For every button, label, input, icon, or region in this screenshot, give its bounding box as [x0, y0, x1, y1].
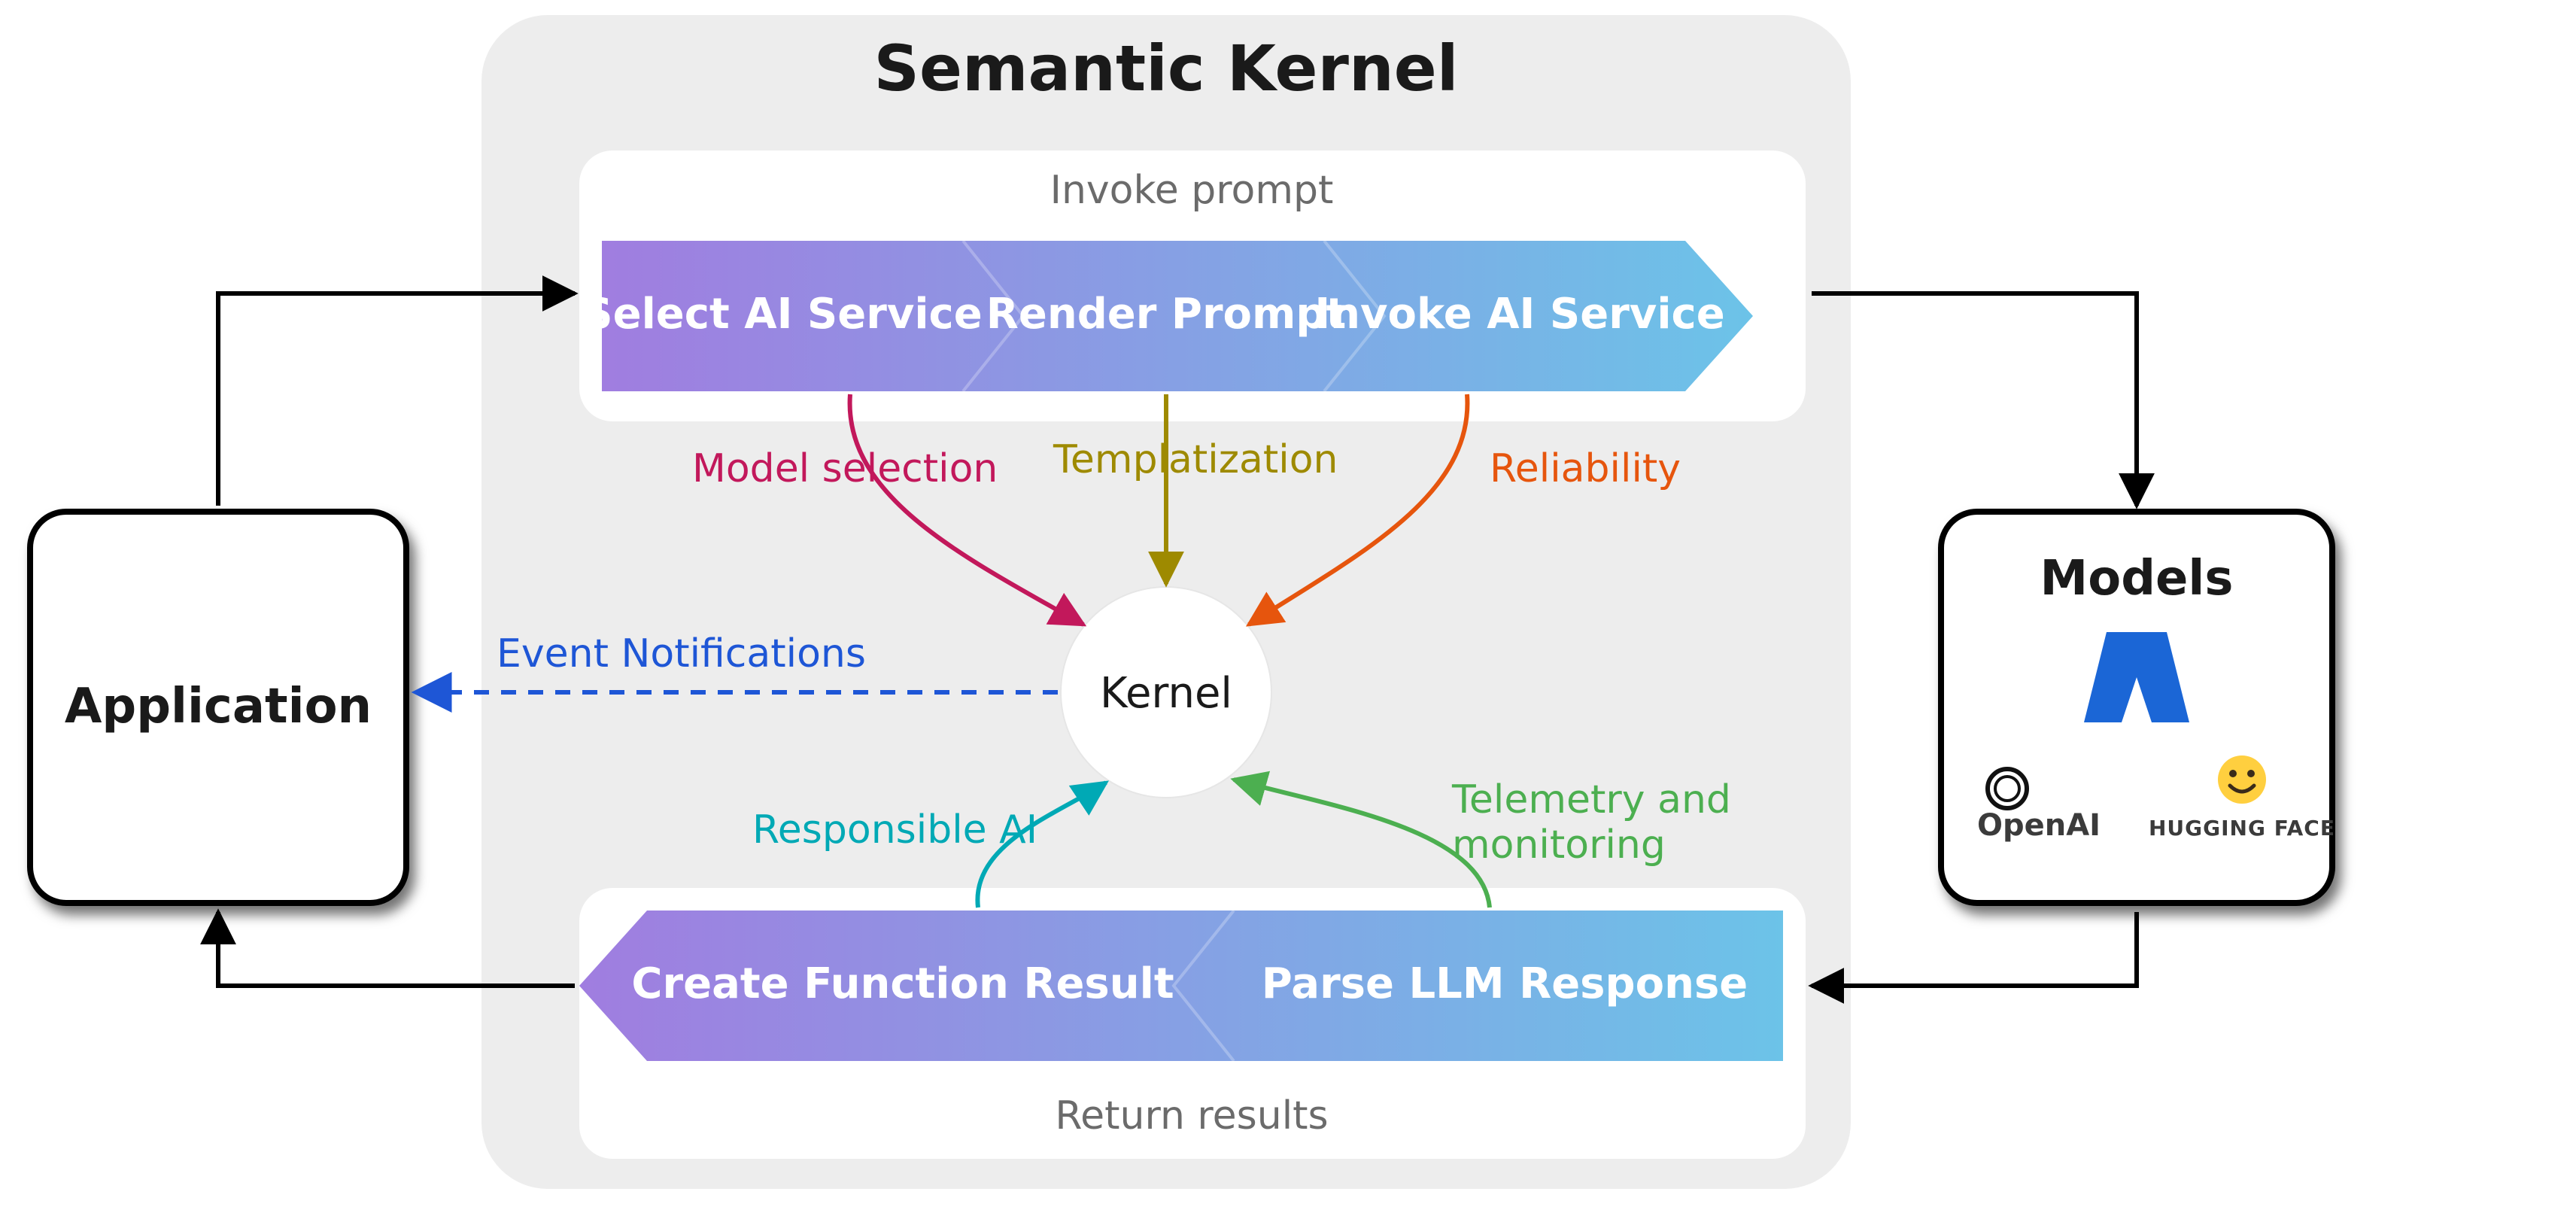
label-telemetry-line1: Telemetry and [1451, 777, 1731, 822]
return-chevron: Create Function Result Parse LLM Respons… [579, 911, 1783, 1061]
kernel-label: Kernel [1100, 669, 1232, 718]
application-label: Application [65, 679, 372, 734]
label-responsible-ai: Responsible AI [752, 807, 1037, 853]
arrow-invoke-to-models [1812, 293, 2137, 506]
huggingface-icon [2218, 755, 2266, 804]
label-model-selection: Model selection [692, 446, 998, 491]
step-render-prompt: Render Prompt [986, 290, 1347, 339]
invoke-chevron: Select AI Service Render Prompt Invoke A… [582, 241, 1753, 391]
provider-openai: OpenAI [1977, 808, 2101, 843]
step-invoke-ai: Invoke AI Service [1314, 290, 1724, 339]
semantic-kernel-diagram: Semantic Kernel Invoke prompt Select AI … [0, 0, 2576, 1213]
step-select-ai: Select AI Service [582, 290, 982, 339]
invoke-caption: Invoke prompt [1050, 168, 1334, 213]
label-templatization: Templatization [1053, 437, 1338, 482]
label-reliability: Reliability [1490, 446, 1681, 491]
return-caption: Return results [1055, 1093, 1328, 1139]
step-create-result: Create Function Result [631, 959, 1174, 1008]
provider-hf: HUGGING FACE [2149, 816, 2335, 841]
panel-title: Semantic Kernel [873, 32, 1458, 105]
step-parse-response: Parse LLM Response [1262, 959, 1748, 1008]
models-title: Models [2040, 551, 2234, 606]
label-telemetry-line2: monitoring [1452, 822, 1666, 868]
arrow-models-to-return [1812, 912, 2137, 986]
event-link-label: Event Notifications [497, 631, 866, 676]
